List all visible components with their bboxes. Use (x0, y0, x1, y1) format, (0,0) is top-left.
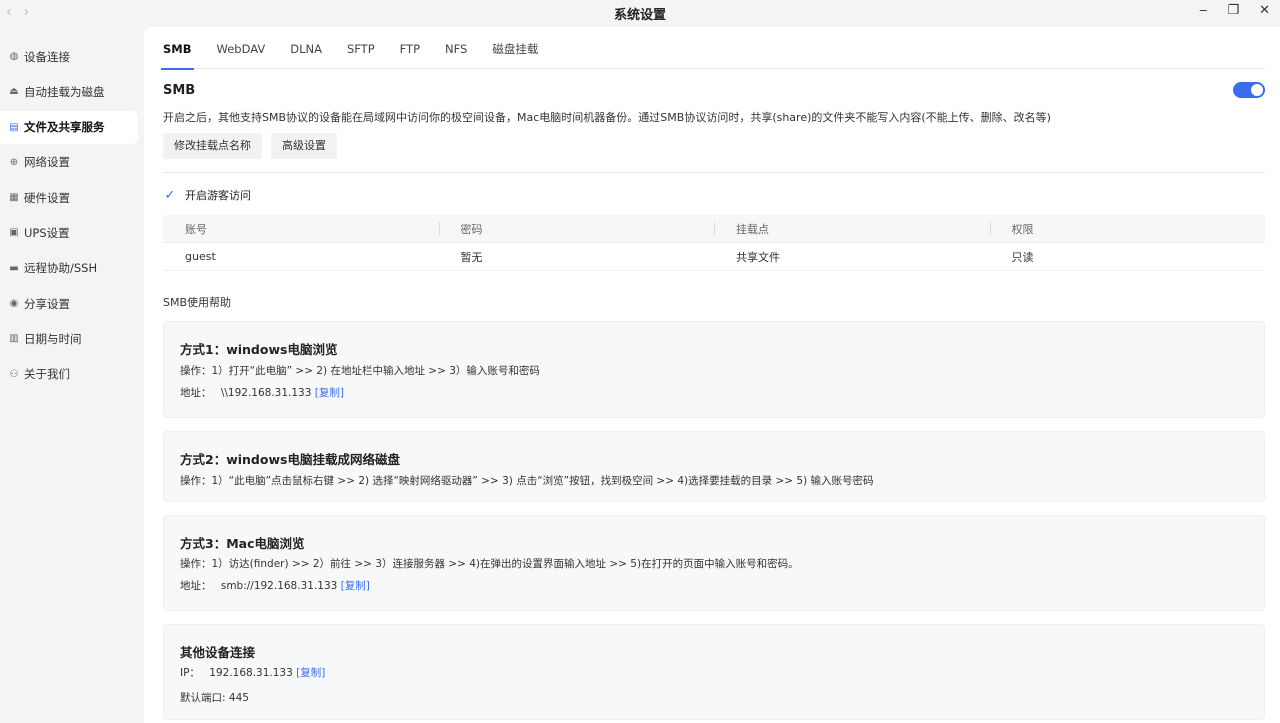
terminal-icon: ▬ (9, 262, 19, 274)
help-card-method3: 方式3：Mac电脑浏览 操作：1）访达(finder) >> 2）前往 >> 3… (163, 515, 1265, 611)
sidebar-item-share[interactable]: ◉ 分享设置 (0, 287, 138, 320)
accounts-table: 账号 密码 挂载点 权限 guest 暂无 共享文件 只读 (163, 215, 1265, 271)
network-icon: ⊕ (9, 156, 19, 168)
tab-disk-mount[interactable]: 磁盘挂载 (492, 27, 538, 69)
ip-value: 192.168.31.133 (209, 667, 293, 679)
rename-mount-point-button[interactable]: 修改挂载点名称 (163, 133, 262, 159)
sidebar-item-about[interactable]: ⚇ 关于我们 (0, 358, 138, 391)
sidebar-item-label: 关于我们 (24, 367, 70, 382)
guest-access-checkbox[interactable]: ✓ (163, 188, 177, 203)
sidebar-item-label: 硬件设置 (24, 190, 70, 205)
sidebar-item-remote-ssh[interactable]: ▬ 远程协助/SSH (0, 252, 138, 285)
smb-enable-toggle[interactable] (1233, 82, 1265, 98)
nav-arrows: ‹ › (6, 4, 29, 20)
sidebar-item-file-sharing[interactable]: ▤ 文件及共享服务 (0, 110, 138, 144)
copy-link[interactable]: [复制] (296, 667, 325, 679)
sidebar-item-ups[interactable]: ▣ UPS设置 (0, 216, 138, 249)
advanced-settings-button[interactable]: 高级设置 (271, 133, 337, 159)
address-label: 地址： (180, 387, 212, 399)
card-steps: 操作：1）访达(finder) >> 2）前往 >> 3）连接服务器 >> 4)… (180, 558, 799, 570)
sidebar-item-label: 日期与时间 (24, 331, 82, 346)
card-port-line: 默认端口: 445 (180, 690, 249, 705)
address-value: smb://192.168.31.133 (220, 580, 338, 592)
auto-mount-icon: ⏏ (9, 86, 19, 98)
table-header: 账号 密码 挂载点 权限 (163, 215, 1265, 243)
sidebar-item-network[interactable]: ⊕ 网络设置 (0, 146, 138, 179)
card-title: 其他设备连接 (180, 645, 256, 660)
address-value: \\192.168.31.133 (220, 387, 312, 399)
card-title: 方式3：Mac电脑浏览 (180, 536, 305, 551)
tab-webdav[interactable]: WebDAV (217, 27, 266, 69)
column-header-mount-point: 挂载点 (714, 221, 990, 237)
calendar-icon: ▥ (9, 333, 19, 345)
smb-section-title: SMB (163, 83, 196, 98)
share-icon: ◉ (9, 298, 19, 310)
column-header-account: 账号 (185, 222, 207, 236)
back-arrow-icon[interactable]: ‹ (6, 4, 12, 20)
restore-icon[interactable]: ❐ (1227, 3, 1239, 18)
title-bar: ‹ › 系统设置 ‒ ❐ ✕ (0, 0, 1280, 27)
about-icon: ⚇ (9, 368, 19, 380)
window-controls: ‒ ❐ ✕ (1199, 3, 1270, 18)
help-card-method1: 方式1：windows电脑浏览 操作：1）打开“此电脑” >> 2) 在地址栏中… (163, 321, 1265, 418)
cell-mount-point: 共享文件 (736, 250, 780, 264)
minimize-icon[interactable]: ‒ (1199, 3, 1207, 18)
smb-description: 开启之后，其他支持SMB协议的设备能在局域网中访问你的极空间设备，Mac电脑时间… (163, 111, 1051, 124)
sidebar-item-label: 分享设置 (24, 296, 70, 311)
column-header-permission: 权限 (989, 221, 1266, 237)
divider (163, 172, 1265, 173)
copy-link[interactable]: [复制] (315, 387, 344, 399)
tab-nfs[interactable]: NFS (445, 27, 467, 69)
sidebar-item-label: 文件及共享服务 (24, 120, 105, 135)
help-card-other-devices: 其他设备连接 IP： 192.168.31.133 [复制] 默认端口: 445 (163, 624, 1265, 720)
ups-icon: ▣ (9, 227, 19, 239)
main-panel: SMB WebDAV DLNA SFTP FTP NFS 磁盘挂载 SMB 开启… (144, 27, 1280, 723)
card-title: 方式1：windows电脑浏览 (180, 342, 338, 357)
column-header-password: 密码 (438, 221, 715, 237)
guest-access-row: ✓ 开启游客访问 (163, 187, 251, 203)
sidebar-item-hardware[interactable]: ▦ 硬件设置 (0, 181, 138, 214)
port-label: 默认端口: (180, 692, 226, 704)
table-row[interactable]: guest 暂无 共享文件 只读 (163, 243, 1265, 271)
address-label: 地址： (180, 580, 212, 592)
tab-sftp[interactable]: SFTP (347, 27, 375, 69)
window-title: 系统设置 (613, 8, 666, 23)
sidebar-item-device-connection[interactable]: ◍ 设备连接 (0, 40, 138, 73)
cell-permission: 只读 (1011, 250, 1034, 264)
tab-smb[interactable]: SMB (161, 27, 193, 70)
card-address-line: 地址： smb://192.168.31.133 [复制] (180, 578, 370, 593)
cell-account: guest (185, 250, 216, 263)
card-ip-line: IP： 192.168.31.133 [复制] (180, 665, 325, 680)
help-title: SMB使用帮助 (163, 296, 232, 309)
sidebar-item-label: 远程协助/SSH (24, 261, 98, 276)
card-steps: 操作：1）打开“此电脑” >> 2) 在地址栏中输入地址 >> 3）输入账号和密… (180, 365, 540, 377)
sidebar-item-label: 网络设置 (24, 155, 70, 170)
copy-link[interactable]: [复制] (341, 580, 370, 592)
help-card-method2: 方式2：windows电脑挂载成网络磁盘 操作：1）“此电脑”点击鼠标右键 >>… (163, 431, 1265, 502)
card-title: 方式2：windows电脑挂载成网络磁盘 (180, 452, 400, 467)
card-steps: 操作：1）“此电脑”点击鼠标右键 >> 2) 选择“映射网络驱动器” >> 3)… (180, 475, 874, 487)
card-address-line: 地址： \\192.168.31.133 [复制] (180, 385, 344, 400)
forward-arrow-icon[interactable]: › (24, 4, 30, 20)
port-value: 445 (228, 692, 249, 704)
sidebar-item-label: UPS设置 (24, 225, 70, 240)
sidebar-item-date-time[interactable]: ▥ 日期与时间 (0, 322, 138, 355)
sidebar-item-label: 设备连接 (24, 49, 70, 64)
tab-bar: SMB WebDAV DLNA SFTP FTP NFS 磁盘挂载 (161, 27, 1265, 70)
guest-access-label: 开启游客访问 (185, 189, 251, 202)
sidebar-item-auto-mount[interactable]: ⏏ 自动挂载为磁盘 (0, 75, 138, 108)
tab-dlna[interactable]: DLNA (290, 27, 322, 69)
sidebar-item-label: 自动挂载为磁盘 (24, 84, 105, 99)
ip-label: IP： (180, 667, 200, 679)
cell-password: 暂无 (460, 250, 483, 264)
sidebar: ◍ 设备连接 ⏏ 自动挂载为磁盘 ▤ 文件及共享服务 ⊕ 网络设置 ▦ 硬件设置… (0, 40, 144, 393)
hardware-icon: ▦ (9, 192, 19, 204)
close-icon[interactable]: ✕ (1259, 3, 1270, 18)
file-sharing-icon: ▤ (9, 121, 19, 133)
tab-ftp[interactable]: FTP (400, 27, 420, 69)
device-connection-icon: ◍ (9, 51, 19, 62)
